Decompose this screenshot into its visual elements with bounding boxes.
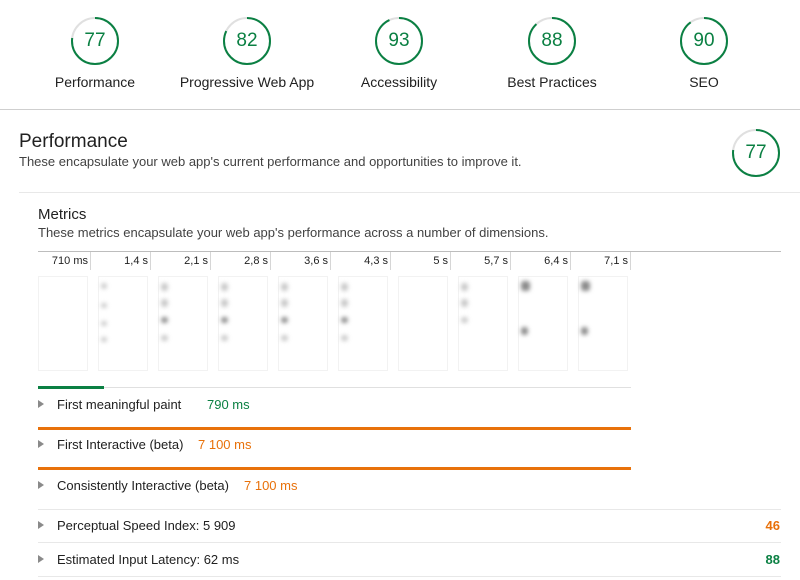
score-accessibility[interactable]: 93 Accessibility [319, 16, 479, 90]
seo-score-value: 90 [693, 30, 715, 51]
accessibility-gauge: 93 [374, 16, 424, 66]
filmstrip-frame [158, 276, 208, 371]
filmstrip-frame [278, 276, 328, 371]
row-divider [38, 509, 781, 510]
filmstrip-frame [398, 276, 448, 371]
first-meaningful-paint-bar [38, 386, 104, 389]
perceptual-speed-index-score: 46 [765, 518, 780, 533]
estimated-input-latency-score: 88 [765, 552, 780, 567]
best-practices-score-value: 88 [541, 30, 563, 51]
metric-first-interactive[interactable]: First Interactive (beta) 7 100 ms [38, 436, 638, 456]
filmstrip-frame [338, 276, 388, 371]
frame-time-label: 710 ms [51, 255, 88, 267]
best-practices-gauge: 88 [527, 16, 577, 66]
best-practices-score-label: Best Practices [507, 74, 597, 90]
seo-gauge: 90 [679, 16, 729, 66]
frame-tick [630, 252, 631, 270]
metric-value: 7 100 ms [198, 437, 252, 452]
expand-arrow-icon[interactable] [38, 481, 44, 489]
frame-time-label: 5 s [433, 255, 448, 267]
metric-consistently-interactive[interactable]: Consistently Interactive (beta) 7 100 ms [38, 477, 638, 497]
pwa-gauge: 82 [222, 16, 272, 66]
performance-gauge: 77 [70, 16, 120, 66]
metric-first-meaningful-paint[interactable]: First meaningful paint 790 ms [38, 396, 638, 416]
metric-value: 7 100 ms [244, 478, 298, 493]
score-seo[interactable]: 90 SEO [624, 16, 784, 90]
filmstrip-frame [458, 276, 508, 371]
filmstrip-frame [38, 276, 88, 371]
expand-arrow-icon[interactable] [38, 440, 44, 448]
performance-section-title: Performance [19, 131, 128, 152]
frame-time-label: 1,4 s [124, 255, 148, 267]
metric-label: Perceptual Speed Index: 5 909 [57, 518, 236, 533]
first-meaningful-paint-track [104, 387, 631, 388]
seo-score-label: SEO [689, 74, 719, 90]
metrics-description: These metrics encapsulate your web app's… [38, 225, 549, 240]
metric-label: Consistently Interactive (beta) [57, 478, 229, 493]
metric-perceptual-speed-index[interactable]: Perceptual Speed Index: 5 909 [38, 517, 638, 537]
score-performance[interactable]: 77 Performance [15, 16, 175, 90]
frame-time-label: 4,3 s [364, 255, 388, 267]
metric-value: 790 ms [207, 397, 250, 412]
frame-time-label: 7,1 s [604, 255, 628, 267]
frame-time-label: 6,4 s [544, 255, 568, 267]
score-best-practices[interactable]: 88 Best Practices [472, 16, 632, 90]
metric-estimated-input-latency[interactable]: Estimated Input Latency: 62 ms [38, 551, 638, 571]
frame-time-label: 2,8 s [244, 255, 268, 267]
consistently-interactive-bar [38, 467, 631, 470]
expand-arrow-icon[interactable] [38, 555, 44, 563]
metric-label: Estimated Input Latency: 62 ms [57, 552, 240, 567]
pwa-score-value: 82 [236, 30, 258, 51]
row-divider [38, 542, 781, 543]
filmstrip-frame [98, 276, 148, 371]
filmstrip-frame [218, 276, 268, 371]
expand-arrow-icon[interactable] [38, 400, 44, 408]
performance-section-description: These encapsulate your web app's current… [19, 154, 522, 169]
first-interactive-bar [38, 427, 631, 430]
accessibility-score-value: 93 [388, 30, 410, 51]
score-summary-header: 77 Performance 82 Progressive Web App 93… [0, 0, 800, 110]
filmstrip-frame [578, 276, 628, 371]
filmstrip-frame [518, 276, 568, 371]
metric-label: First meaningful paint [57, 397, 182, 412]
expand-arrow-icon[interactable] [38, 521, 44, 529]
performance-section-score: 77 [745, 142, 767, 163]
metric-label: First Interactive (beta) [57, 437, 184, 452]
metrics-title: Metrics [38, 206, 87, 223]
performance-section-gauge: 77 [731, 128, 781, 178]
performance-score-label: Performance [54, 74, 136, 90]
filmstrip: 710 ms 1,4 s 2,1 s 2,8 s 3,6 s 4,3 s 5 s… [38, 252, 638, 372]
row-divider [38, 576, 781, 577]
performance-score-value: 77 [84, 30, 106, 51]
frame-time-label: 3,6 s [304, 255, 328, 267]
pwa-score-label: Progressive Web App [179, 74, 315, 90]
accessibility-score-label: Accessibility [360, 74, 438, 90]
frame-time-label: 5,7 s [484, 255, 508, 267]
section-divider [19, 192, 800, 193]
frame-time-label: 2,1 s [184, 255, 208, 267]
score-pwa[interactable]: 82 Progressive Web App [167, 16, 327, 90]
